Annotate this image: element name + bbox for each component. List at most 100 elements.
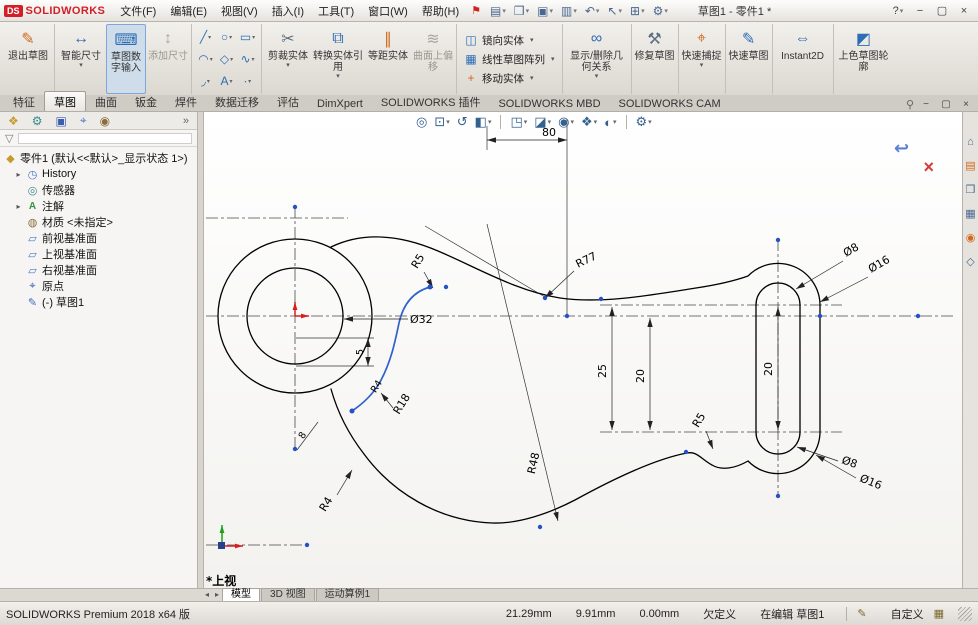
- tab-motion-study[interactable]: 运动算例1: [316, 588, 380, 601]
- dimxpertmanager-tab-icon[interactable]: ⌖: [80, 113, 87, 128]
- doc-close-button[interactable]: ×: [958, 98, 974, 111]
- tab-surfaces[interactable]: 曲面: [86, 92, 126, 111]
- menu-tools[interactable]: 工具(T): [311, 0, 361, 22]
- restore-button[interactable]: ▢: [932, 3, 952, 19]
- view-palette-icon[interactable]: ▦: [965, 207, 975, 220]
- help-button[interactable]: ?: [888, 3, 908, 19]
- tree-item-sketch1[interactable]: ✎ (-) 草图1: [0, 294, 197, 310]
- undo-button[interactable]: ↶: [581, 4, 604, 18]
- menu-edit[interactable]: 编辑(E): [163, 0, 214, 22]
- trim-entities-button[interactable]: ✂ 剪裁实体: [265, 24, 311, 94]
- panel-more-icon[interactable]: »: [183, 115, 189, 127]
- commandmanager-pin-icon[interactable]: ⚲: [906, 98, 914, 111]
- propertymanager-tab-icon[interactable]: ⚙: [32, 114, 43, 128]
- custom-properties-icon[interactable]: ◇: [966, 255, 974, 268]
- offset-entities-button[interactable]: ∥ 等距实体: [365, 24, 411, 94]
- numeric-input-button[interactable]: ⌨ 草图数字输入: [106, 24, 146, 94]
- tab-sw-cam[interactable]: SOLIDWORKS CAM: [610, 96, 730, 111]
- tree-item-top-plane[interactable]: ▱ 上视基准面: [0, 246, 197, 262]
- filter-funnel-icon[interactable]: ▽: [5, 132, 13, 145]
- edit-appearance-button[interactable]: ❖: [581, 114, 597, 130]
- tree-item-annotations[interactable]: ▸ A 注解: [0, 198, 197, 214]
- doc-minimize-button[interactable]: −: [918, 98, 934, 111]
- fillet-tool-button[interactable]: ◞: [195, 70, 216, 92]
- sketch-geometry[interactable]: [218, 237, 820, 523]
- cancel-sketch-button[interactable]: ×: [923, 157, 934, 178]
- line-tool-button[interactable]: ╱: [195, 26, 216, 48]
- linear-pattern-button[interactable]: ▦ 线性草图阵列: [460, 51, 559, 68]
- circle-tool-button[interactable]: ○: [216, 26, 237, 48]
- tab-grid-icon[interactable]: ▦: [934, 607, 944, 620]
- filter-input[interactable]: [18, 133, 192, 144]
- tab-model[interactable]: 模型: [222, 588, 260, 601]
- file-explorer-icon[interactable]: ❒: [966, 183, 976, 196]
- spline-tool-button[interactable]: ∿: [237, 48, 258, 70]
- hide-show-items-button[interactable]: ◉: [558, 114, 574, 130]
- resize-grip[interactable]: [958, 607, 972, 621]
- arc-tool-button[interactable]: ◠: [195, 48, 216, 70]
- sw-resources-icon[interactable]: ⌂: [967, 136, 974, 148]
- units-selector[interactable]: 自定义: [891, 606, 924, 622]
- rapid-sketch-button[interactable]: ✎ 快速草图: [729, 24, 769, 94]
- tree-item-history[interactable]: ▸ ◷ History: [0, 166, 197, 182]
- previous-view-button[interactable]: ↺: [457, 114, 468, 130]
- tab-weldments[interactable]: 焊件: [166, 92, 206, 111]
- zoom-fit-button[interactable]: ◎: [416, 114, 427, 130]
- select-button[interactable]: ↖: [603, 4, 626, 18]
- convert-entities-button[interactable]: ⧉ 转换实体引用: [313, 24, 363, 94]
- smart-dimension-button[interactable]: ↔ 智能尺寸: [58, 24, 104, 94]
- tree-item-origin[interactable]: ⌖ 原点: [0, 278, 197, 294]
- design-library-icon[interactable]: ▤: [965, 159, 975, 172]
- tab-sheet-metal[interactable]: 钣金: [126, 92, 166, 111]
- menu-window[interactable]: 窗口(W): [361, 0, 415, 22]
- settings-button[interactable]: ⚙: [649, 4, 672, 18]
- repair-sketch-button[interactable]: ⚒ 修复草图: [635, 24, 675, 94]
- tab-scroll-left-icon[interactable]: ◂: [202, 589, 212, 601]
- expand-arrow-icon[interactable]: ▸: [14, 202, 23, 211]
- tree-item-right-plane[interactable]: ▱ 右视基准面: [0, 262, 197, 278]
- shaded-sketch-contours-button[interactable]: ◩ 上色草图轮廓: [837, 24, 891, 94]
- view-settings-button[interactable]: ⚙: [636, 114, 652, 130]
- tab-sketch[interactable]: 草图: [44, 91, 86, 111]
- rectangle-tool-button[interactable]: ▭: [237, 26, 258, 48]
- zoom-area-button[interactable]: ⊡: [434, 114, 449, 130]
- apply-scene-button[interactable]: ◐: [604, 115, 616, 130]
- appearances-icon[interactable]: ◉: [966, 231, 976, 244]
- exit-sketch-button[interactable]: ✎ 退出草图: [5, 24, 51, 94]
- featuremanager-tree-tab-icon[interactable]: ❖: [8, 114, 19, 128]
- exit-sketch-confirm-button[interactable]: ↩: [894, 138, 909, 159]
- close-button[interactable]: ×: [954, 3, 974, 19]
- dimension-labels[interactable]: 80 R77 R5 Ø32 R18 R4 5 8 25 20 20 R5 R48…: [297, 126, 893, 514]
- tree-item-sensors[interactable]: ◎ 传感器: [0, 182, 197, 198]
- menu-file[interactable]: 文件(F): [113, 0, 163, 22]
- menu-pin-icon[interactable]: ⚑: [471, 4, 481, 17]
- new-document-button[interactable]: ▤: [486, 4, 510, 18]
- expand-arrow-icon[interactable]: ▸: [14, 170, 23, 179]
- print-button[interactable]: ▥: [557, 4, 581, 18]
- display-delete-relations-button[interactable]: ∞ 显示/删除几何关系: [566, 24, 628, 94]
- sketch-viewport[interactable]: 80 R77 R5 Ø32 R18 R4 5 8 25 20 20 R5 R48…: [204, 112, 962, 588]
- tab-scroll-right-icon[interactable]: ▸: [212, 589, 222, 601]
- tab-sw-addins[interactable]: SOLIDWORKS 插件: [372, 92, 490, 111]
- sketch-origin[interactable]: [295, 302, 309, 316]
- tab-evaluate[interactable]: 评估: [268, 92, 308, 111]
- tab-3d-views[interactable]: 3D 视图: [261, 588, 315, 601]
- tab-dimxpert[interactable]: DimXpert: [308, 96, 372, 111]
- doc-restore-button[interactable]: ▢: [938, 98, 954, 111]
- mirror-entities-button[interactable]: ◫ 镜向实体: [460, 32, 559, 49]
- polygon-tool-button[interactable]: ◇: [216, 48, 237, 70]
- view-orientation-button[interactable]: ◳: [510, 114, 527, 130]
- configurationmanager-tab-icon[interactable]: ▣: [56, 114, 67, 128]
- tree-root-part[interactable]: ◆ 零件1 (默认<<默认>_显示状态 1>): [0, 150, 197, 166]
- tab-features[interactable]: 特征: [4, 92, 44, 111]
- section-view-button[interactable]: ◧: [475, 114, 492, 130]
- tab-data-migration[interactable]: 数据迁移: [206, 92, 268, 111]
- save-button[interactable]: ▣: [533, 4, 557, 18]
- tree-item-front-plane[interactable]: ▱ 前视基准面: [0, 230, 197, 246]
- display-style-button[interactable]: ◪: [534, 114, 551, 130]
- displaymanager-tab-icon[interactable]: ◉: [100, 114, 110, 128]
- minimize-button[interactable]: −: [910, 3, 930, 19]
- point-tool-button[interactable]: ∙: [237, 70, 258, 92]
- graphics-area[interactable]: 80 R77 R5 Ø32 R18 R4 5 8 25 20 20 R5 R48…: [204, 112, 962, 588]
- open-button[interactable]: ❒: [510, 4, 533, 18]
